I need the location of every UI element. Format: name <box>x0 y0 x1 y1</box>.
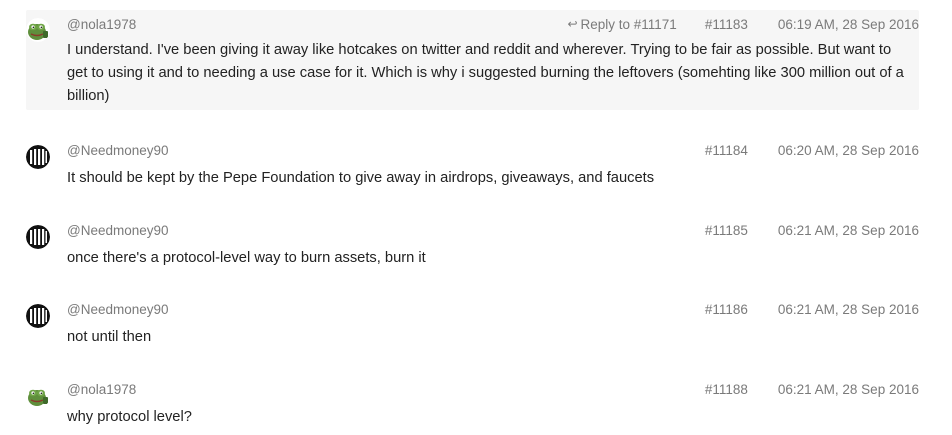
message-feed: @nola1978 ↩ Reply to #11171 #11183 06:19… <box>0 0 952 435</box>
pepe-frog-icon <box>26 18 50 42</box>
avatar[interactable] <box>26 304 50 328</box>
username[interactable]: @nola1978 <box>67 382 136 398</box>
striped-logo-icon <box>26 145 50 169</box>
username[interactable]: @Needmoney90 <box>67 223 169 239</box>
timestamp: 06:20 AM, 28 Sep 2016 <box>777 143 919 158</box>
message-text: It should be kept by the Pepe Foundation… <box>67 170 655 186</box>
username[interactable]: @Needmoney90 <box>67 143 169 159</box>
avatar[interactable] <box>26 384 50 408</box>
striped-logo-icon <box>26 225 50 249</box>
avatar[interactable] <box>26 18 50 42</box>
timestamp: 06:21 AM, 28 Sep 2016 <box>777 382 919 397</box>
message-text: I understand. I've been giving it away l… <box>67 42 904 104</box>
striped-logo-icon <box>26 304 50 328</box>
timestamp: 06:19 AM, 28 Sep 2016 <box>777 17 919 32</box>
pepe-frog-icon <box>26 384 50 408</box>
avatar[interactable] <box>26 225 50 249</box>
message-id-link[interactable]: #11183 <box>705 17 748 33</box>
message-item: @Needmoney90 #11185 06:21 AM, 28 Sep 201… <box>26 220 919 270</box>
reply-label: Reply to #11171 <box>580 17 677 32</box>
message-id-link[interactable]: #11188 <box>705 382 748 398</box>
message-item: @Needmoney90 #11186 06:21 AM, 28 Sep 201… <box>26 299 919 349</box>
timestamp: 06:21 AM, 28 Sep 2016 <box>777 223 919 238</box>
message-text: once there's a protocol-level way to bur… <box>67 250 426 266</box>
message-item: @nola1978 #11188 06:21 AM, 28 Sep 2016 w… <box>26 379 919 429</box>
message-text: why protocol level? <box>67 409 192 425</box>
username[interactable]: @nola1978 <box>67 17 136 33</box>
message-id-link[interactable]: #11184 <box>705 143 748 159</box>
message-item: @Needmoney90 #11184 06:20 AM, 28 Sep 201… <box>26 140 919 190</box>
message-item: @nola1978 ↩ Reply to #11171 #11183 06:19… <box>26 10 919 110</box>
message-id-link[interactable]: #11185 <box>705 223 748 239</box>
reply-link[interactable]: ↩ Reply to #11171 <box>567 17 676 33</box>
message-text: not until then <box>67 329 152 345</box>
avatar[interactable] <box>26 145 50 169</box>
message-id-link[interactable]: #11186 <box>705 302 748 318</box>
timestamp: 06:21 AM, 28 Sep 2016 <box>777 302 919 317</box>
reply-arrow-icon: ↩ <box>567 17 578 31</box>
username[interactable]: @Needmoney90 <box>67 302 169 318</box>
